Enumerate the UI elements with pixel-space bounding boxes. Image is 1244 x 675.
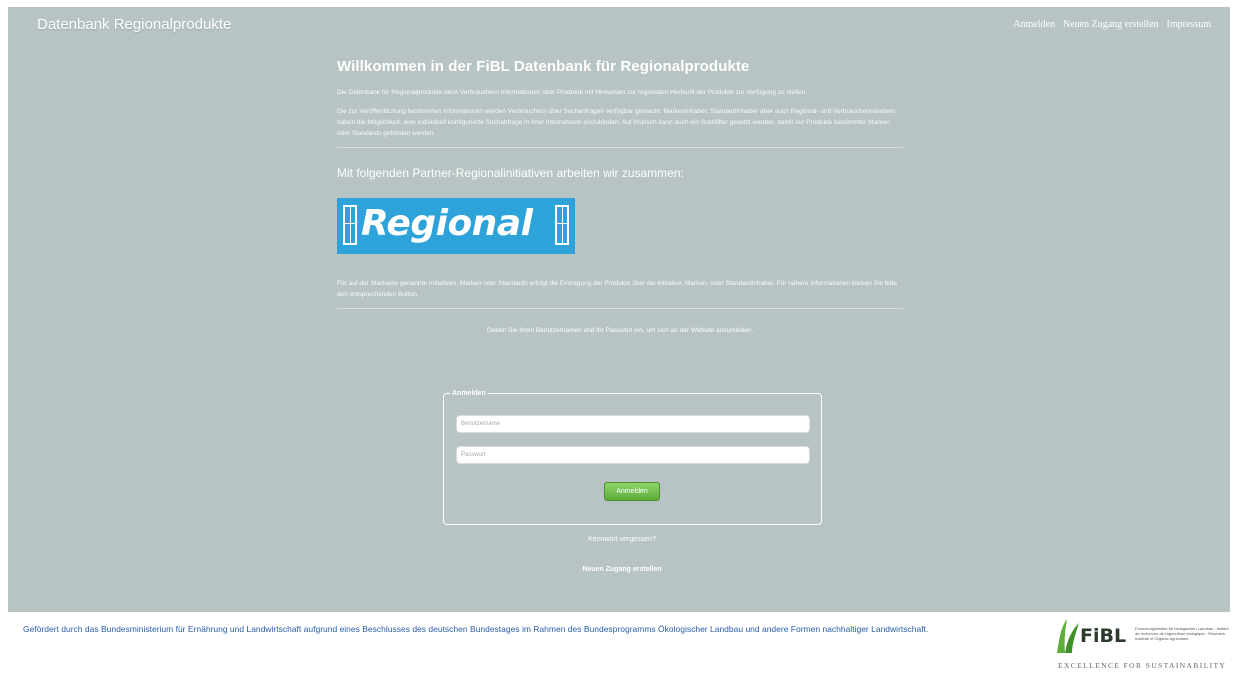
nav-new-account-link[interactable]: Neuen Zugang erstellen (1063, 19, 1159, 30)
login-legend: Anmelden (452, 390, 486, 397)
fibl-institute-text: Forschungsinstitut für biologischen Land… (1135, 626, 1229, 641)
partners-note: Für auf der Startseite genannte Initiati… (337, 280, 898, 298)
password-input[interactable]: Passwort (456, 446, 810, 464)
funding-notice: Gefördert durch das Bundesministerium fü… (23, 624, 929, 634)
intro-paragraph-1: Die Datenbank für Regionalprodukte dient… (337, 89, 808, 96)
nav-login-link[interactable]: Anmelden (1013, 19, 1055, 30)
window-right-icon (555, 205, 569, 245)
page-title: Willkommen in der FiBL Datenbank für Reg… (337, 58, 750, 75)
partner-logo-text: Regional (361, 203, 533, 244)
divider (337, 308, 903, 309)
new-account-link[interactable]: Neuen Zugang erstellen (0, 566, 1244, 573)
intro-paragraph-2: Die zur Veröffentlichung bestimmten Info… (337, 108, 896, 137)
fibl-name: FiBL (1080, 625, 1127, 647)
login-button[interactable]: Anmelden (604, 482, 660, 501)
top-navigation: Anmelden Neuen Zugang erstellen Impressu… (1013, 19, 1211, 30)
forgot-password-link[interactable]: Kennwort vergessen? (0, 536, 1244, 543)
window-left-icon (343, 205, 357, 245)
site-brand[interactable]: Datenbank Regionalprodukte (37, 16, 231, 33)
login-instructions: Geben Sie Ihren Benutzernamen und Ihr Pa… (486, 327, 754, 334)
divider (337, 147, 903, 148)
fibl-leaf-icon (1057, 619, 1079, 653)
fibl-logo: FiBL Forschungsinstitut für biologischen… (1053, 617, 1238, 673)
fibl-tagline: EXCELLENCE FOR SUSTAINABILITY (1058, 661, 1227, 670)
main-content: Willkommen in der FiBL Datenbank für Reg… (337, 58, 903, 354)
nav-imprint-link[interactable]: Impressum (1167, 19, 1211, 30)
username-input[interactable]: Benutzername (456, 415, 810, 433)
login-form: Anmelden Benutzername Passwort Anmelden (443, 390, 822, 525)
partners-heading: Mit folgenden Partner-Regionalinitiative… (337, 166, 684, 180)
regional-partner-logo[interactable]: Regional (337, 198, 575, 254)
